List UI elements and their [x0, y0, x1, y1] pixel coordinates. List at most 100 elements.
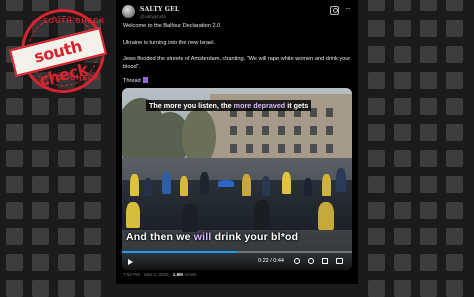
background-square — [84, 150, 101, 167]
background-square — [368, 254, 385, 271]
background-square — [368, 72, 385, 89]
background-square — [394, 280, 411, 297]
background-square — [446, 228, 463, 245]
background-square — [394, 20, 411, 37]
play-icon[interactable] — [128, 259, 133, 265]
background-square — [394, 176, 411, 193]
background-square — [6, 228, 23, 245]
background-square — [58, 228, 75, 245]
pip-icon[interactable] — [336, 258, 343, 264]
background-square — [446, 280, 463, 297]
background-square — [32, 98, 49, 115]
background-square — [84, 228, 101, 245]
background-square — [32, 202, 49, 219]
volume-icon[interactable] — [294, 258, 300, 264]
author-name[interactable]: SALTY GEL — [140, 6, 179, 13]
background-square — [394, 124, 411, 141]
background-square — [32, 228, 49, 245]
background-square — [58, 280, 75, 297]
video-progress-bar[interactable] — [122, 251, 352, 253]
background-square — [394, 202, 411, 219]
video-player[interactable]: The more you listen, the more depraved i… — [122, 88, 352, 270]
background-square — [368, 20, 385, 37]
background-square — [420, 150, 437, 167]
background-square — [84, 254, 101, 271]
tweet-text-line2: Ukraine is turning into the new Israel. — [123, 40, 216, 46]
author-handle[interactable]: @saltyginsta — [140, 14, 166, 19]
background-square — [368, 150, 385, 167]
background-square — [6, 150, 23, 167]
background-square — [32, 176, 49, 193]
background-square — [420, 176, 437, 193]
background-square — [420, 228, 437, 245]
tweet-text-line3: Jews flooded the streets of Amsterdam, c… — [123, 56, 351, 71]
background-square — [394, 228, 411, 245]
background-square — [420, 202, 437, 219]
tweet-card: SALTY GEL @saltyginsta ··· Welcome to th… — [116, 0, 358, 284]
tweet-text-line1: Welcome to the Balfour Declaration 2.0 — [123, 23, 221, 29]
video-controls: 0:22 / 0:44 — [122, 250, 352, 270]
background-square — [32, 280, 49, 297]
background-square — [446, 20, 463, 37]
background-square — [6, 280, 23, 297]
background-square — [420, 98, 437, 115]
video-time: 0:22 / 0:44 — [258, 258, 284, 264]
video-caption-bottom: And then we will drink your bl*od — [126, 231, 299, 243]
background-square — [394, 254, 411, 271]
background-square — [58, 254, 75, 271]
background-square — [84, 124, 101, 141]
background-square — [394, 72, 411, 89]
background-square — [420, 0, 437, 11]
video-progress-fill — [122, 251, 237, 253]
fullscreen-icon[interactable] — [322, 258, 328, 264]
background-square — [368, 0, 385, 11]
more-options-icon[interactable]: ··· — [345, 4, 351, 13]
thread-emoji-icon — [142, 77, 148, 83]
tweet-text-thread: Thread — [123, 77, 351, 85]
background-square — [368, 228, 385, 245]
avatar[interactable] — [122, 5, 135, 18]
thread-label: Thread — [123, 78, 141, 84]
stamp-top-text: SOUTH CHECK — [43, 18, 106, 25]
south-check-stamp: SOUTH CHECK FACT CHECK south check — [7, 9, 111, 93]
background-square — [368, 202, 385, 219]
background-square — [420, 46, 437, 63]
background-square — [84, 176, 101, 193]
background-square — [420, 280, 437, 297]
background-square — [6, 176, 23, 193]
tweet-meta: 7:52 PM · Mar 3, 2025 · 1.8M Views — [123, 272, 197, 277]
background-square — [84, 280, 101, 297]
background-square — [446, 176, 463, 193]
background-square — [446, 46, 463, 63]
background-square — [368, 176, 385, 193]
background-square — [84, 202, 101, 219]
background-square — [420, 20, 437, 37]
background-square — [6, 254, 23, 271]
background-square — [446, 124, 463, 141]
video-caption-top: The more you listen, the more depraved i… — [146, 100, 312, 111]
background-square — [368, 124, 385, 141]
background-square — [32, 150, 49, 167]
background-square — [84, 98, 101, 115]
background-square — [58, 150, 75, 167]
background-square — [446, 72, 463, 89]
background-square — [32, 254, 49, 271]
background-square — [394, 150, 411, 167]
background-square — [394, 98, 411, 115]
background-square — [446, 254, 463, 271]
settings-icon[interactable] — [308, 258, 314, 264]
background-square — [420, 254, 437, 271]
background-square — [58, 98, 75, 115]
background-square — [58, 176, 75, 193]
grok-icon[interactable] — [330, 6, 339, 15]
background-square — [6, 124, 23, 141]
background-square — [394, 46, 411, 63]
background-square — [368, 280, 385, 297]
background-square — [446, 150, 463, 167]
background-square — [6, 202, 23, 219]
background-square — [446, 202, 463, 219]
background-square — [368, 98, 385, 115]
views-count: 1.8M — [172, 272, 184, 277]
background-square — [32, 124, 49, 141]
background-square — [420, 72, 437, 89]
